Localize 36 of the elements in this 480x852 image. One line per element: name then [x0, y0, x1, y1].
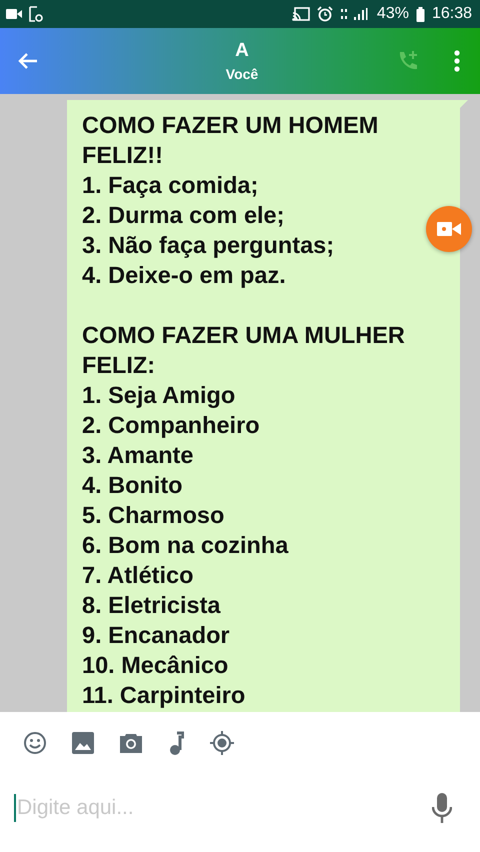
- video-icon: [6, 8, 22, 20]
- message-line: 4. Bonito: [82, 471, 184, 500]
- message-line: 8. Eletricista: [82, 591, 222, 620]
- back-arrow-icon: [18, 52, 38, 70]
- message-line: 2. Durma com ele;: [82, 201, 286, 230]
- message-line: COMO FAZER UM HOMEM FELIZ!!: [82, 111, 380, 170]
- message-line: 1. Seja Amigo: [82, 381, 236, 410]
- cast-icon: [292, 6, 310, 22]
- message-line: 6. Bom na cozinha: [82, 531, 290, 560]
- alarm-icon: [316, 6, 333, 22]
- chat-title: A: [235, 40, 249, 62]
- message-line: 10. Mecânico: [82, 651, 230, 680]
- clock: 16:38: [432, 5, 472, 23]
- battery-percent: 43%: [376, 5, 409, 23]
- message-line: 3. Amante: [82, 441, 194, 470]
- video-camera-icon: [437, 222, 461, 236]
- message-line: 3. Não faça perguntas;: [82, 231, 336, 260]
- message-line: 2. Companheiro: [82, 411, 261, 440]
- location-icon[interactable]: [209, 730, 235, 756]
- signal-icon: [340, 7, 370, 21]
- more-icon: [454, 50, 460, 72]
- message-line: COMO FAZER UMA MULHER FELIZ:: [82, 321, 406, 380]
- message-line: 1. Faça comida;: [82, 171, 260, 200]
- music-note-icon[interactable]: [168, 730, 184, 754]
- message-line: 7. Atlético: [82, 561, 194, 590]
- emoji-icon[interactable]: [23, 730, 47, 754]
- message-line: 9. Encanador: [82, 621, 231, 650]
- camera-icon[interactable]: [119, 732, 143, 754]
- chat-subtitle: Você: [226, 66, 258, 82]
- microphone-icon[interactable]: [432, 793, 452, 823]
- message-line: 11. Carpinteiro: [82, 681, 246, 710]
- message-line: 5. Charmoso: [82, 501, 226, 530]
- image-icon[interactable]: [72, 732, 94, 754]
- screenshot-icon: [29, 6, 43, 22]
- battery-icon: [416, 6, 425, 22]
- message-line: 4. Deixe-o em paz.: [82, 261, 287, 290]
